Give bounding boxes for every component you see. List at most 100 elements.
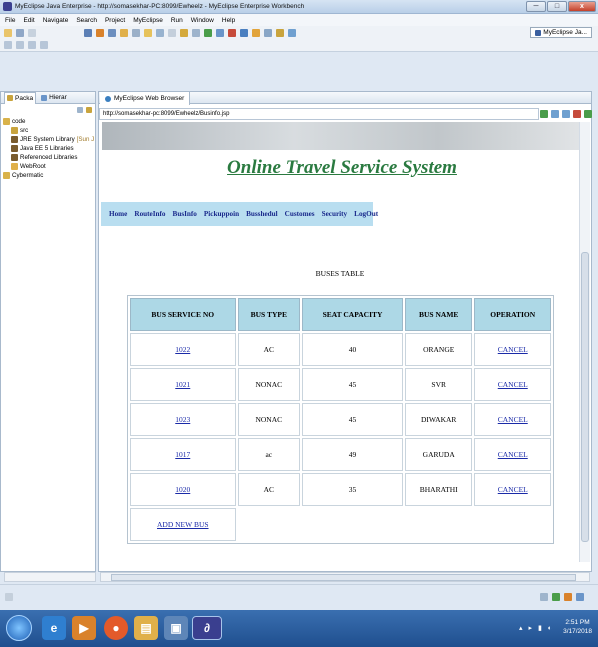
nav-customers[interactable]: Customes xyxy=(285,210,315,218)
forward-icon[interactable] xyxy=(562,110,570,118)
url-input[interactable]: http://somasekhar-pc:8099/Ewheelz/Businf… xyxy=(99,108,539,120)
start-button[interactable] xyxy=(6,615,32,641)
tools-icon[interactable] xyxy=(180,28,188,37)
back-icon[interactable] xyxy=(28,41,36,49)
scrollbar-thumb[interactable] xyxy=(581,252,589,542)
back-icon[interactable] xyxy=(551,110,559,118)
media-icon[interactable]: ▶ xyxy=(72,616,96,640)
perspective-switcher[interactable]: MyEclipse Ja... xyxy=(530,27,592,38)
col-operation: OPERATION xyxy=(474,298,551,331)
tree-item-webroot[interactable]: WebRoot xyxy=(3,162,94,171)
forward-icon[interactable] xyxy=(40,41,48,49)
bus-service-link[interactable]: 1021 xyxy=(175,380,190,389)
maximize-button[interactable]: □ xyxy=(547,1,567,12)
status-icon[interactable] xyxy=(552,593,560,601)
cell-operation: CANCEL xyxy=(474,333,551,366)
tree-item-code[interactable]: code xyxy=(3,117,94,126)
cancel-link[interactable]: CANCEL xyxy=(498,450,528,459)
ie-icon[interactable]: e xyxy=(42,616,66,640)
web-icon[interactable] xyxy=(264,28,272,37)
tree-item-referenced-libraries[interactable]: Referenced Libraries xyxy=(3,153,94,162)
tab-web-browser-label: MyEclipse Web Browser xyxy=(114,95,185,102)
nav-busschedule[interactable]: Busshedul xyxy=(246,210,278,218)
menu-myeclipse[interactable]: MyEclipse xyxy=(133,17,163,24)
browser-vertical-scrollbar[interactable] xyxy=(579,122,590,562)
browser-icon[interactable] xyxy=(192,28,200,37)
tree-item-jre-library[interactable]: JRE System Library [Sun J xyxy=(3,135,94,144)
nav-home[interactable]: Home xyxy=(109,210,127,218)
cancel-link[interactable]: CANCEL xyxy=(498,485,528,494)
folder-icon[interactable] xyxy=(144,28,152,37)
nav-pickuppoint[interactable]: Pickuppoin xyxy=(204,210,239,218)
browser-horizontal-scrollbar[interactable] xyxy=(100,572,590,582)
status-icon[interactable] xyxy=(576,593,584,601)
myeclipse-task-icon[interactable]: ∂ xyxy=(192,616,222,640)
stop-icon[interactable] xyxy=(228,28,236,37)
chrome-icon[interactable]: ● xyxy=(104,616,128,640)
buses-table: BUS SERVICE NO BUS TYPE SEAT CAPACITY BU… xyxy=(127,295,554,544)
go-icon[interactable] xyxy=(540,110,548,118)
cancel-link[interactable]: CANCEL xyxy=(498,380,528,389)
bus-service-link[interactable]: 1020 xyxy=(175,485,190,494)
refresh-icon[interactable] xyxy=(584,110,592,118)
menu-navigate[interactable]: Navigate xyxy=(43,17,69,24)
tab-hierarchy[interactable]: Hierar xyxy=(39,94,69,101)
tree-item-javaee-libraries[interactable]: Java EE 5 Libraries xyxy=(3,144,94,153)
cancel-link[interactable]: CANCEL xyxy=(498,345,528,354)
collapse-all-icon[interactable] xyxy=(77,106,83,113)
explorer-horizontal-scrollbar[interactable] xyxy=(4,572,96,582)
library-icon xyxy=(11,154,18,161)
minimize-button[interactable]: ─ xyxy=(526,1,546,12)
app-icon[interactable]: ▣ xyxy=(164,616,188,640)
tree-item-src[interactable]: src xyxy=(3,126,94,135)
status-icon[interactable] xyxy=(540,593,548,601)
menu-edit[interactable]: Edit xyxy=(23,17,34,24)
menu-search[interactable]: Search xyxy=(76,17,97,24)
external-tools-icon[interactable] xyxy=(240,28,248,37)
menu-window[interactable]: Window xyxy=(191,17,214,24)
new-icon[interactable] xyxy=(4,28,12,37)
wizard-icon[interactable] xyxy=(252,28,260,37)
deploy-icon[interactable] xyxy=(84,28,92,37)
bus-service-link[interactable]: 1017 xyxy=(175,450,190,459)
save-icon[interactable] xyxy=(16,28,24,37)
bus-service-link[interactable]: 1023 xyxy=(175,415,190,424)
tree-item-cybermatic[interactable]: Cybermatic xyxy=(3,171,94,180)
close-button[interactable]: x xyxy=(568,1,596,12)
refresh-icon[interactable] xyxy=(156,28,164,37)
next-annotation-icon[interactable] xyxy=(4,41,12,49)
navigate-icon[interactable] xyxy=(288,28,296,37)
nav-logout[interactable]: LogOut xyxy=(354,210,378,218)
add-new-bus-link[interactable]: ADD NEW BUS xyxy=(157,520,209,529)
debug-run-icon[interactable] xyxy=(216,28,224,37)
menu-file[interactable]: File xyxy=(5,17,15,24)
package-explorer-toolbar xyxy=(1,104,95,115)
annotate-icon[interactable] xyxy=(276,28,284,37)
nav-businfo[interactable]: BusInfo xyxy=(173,210,197,218)
search-icon[interactable] xyxy=(168,28,176,37)
fast-view-icon[interactable] xyxy=(5,593,13,601)
status-icon[interactable] xyxy=(564,593,572,601)
menu-project[interactable]: Project xyxy=(105,17,125,24)
taskbar-clock[interactable]: 2:51 PM 3/17/2018 xyxy=(563,618,592,636)
stop-icon[interactable] xyxy=(573,110,581,118)
run-icon[interactable] xyxy=(204,28,212,37)
tab-package-explorer[interactable]: Packa xyxy=(4,91,37,104)
tab-web-browser[interactable]: MyEclipse Web Browser xyxy=(100,92,191,105)
server-icon[interactable] xyxy=(96,28,104,37)
cancel-link[interactable]: CANCEL xyxy=(498,415,528,424)
debug-icon[interactable] xyxy=(108,28,116,37)
scrollbar-thumb[interactable] xyxy=(111,574,576,581)
nav-routeinfo[interactable]: RouteInfo xyxy=(134,210,165,218)
tab-hierarchy-label: Hierar xyxy=(49,94,67,101)
menu-run[interactable]: Run xyxy=(171,17,183,24)
open-type-icon[interactable] xyxy=(120,28,128,37)
explorer-icon[interactable]: ▤ xyxy=(134,616,158,640)
link-editor-icon[interactable] xyxy=(86,106,92,113)
build-icon[interactable] xyxy=(132,28,140,37)
prev-annotation-icon[interactable] xyxy=(16,41,24,49)
bus-service-link[interactable]: 1022 xyxy=(175,345,190,354)
print-icon[interactable] xyxy=(28,28,36,37)
menu-help[interactable]: Help xyxy=(222,17,235,24)
nav-security[interactable]: Security xyxy=(322,210,348,218)
